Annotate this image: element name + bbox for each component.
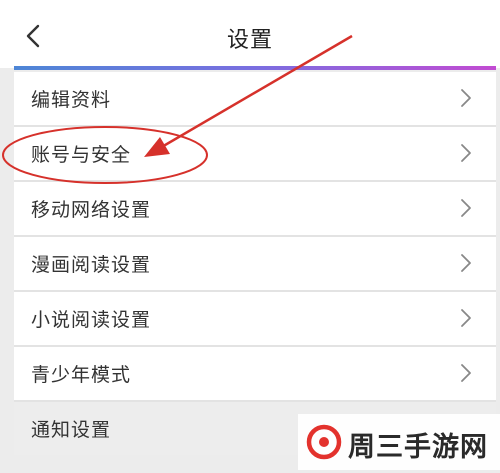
settings-item-teen-mode[interactable]: 青少年模式 (14, 347, 496, 402)
chevron-right-icon (461, 309, 471, 327)
settings-item-label: 账号与安全 (31, 144, 132, 166)
watermark: 周三手游网 (298, 414, 500, 470)
spiral-logo-icon (306, 424, 342, 460)
chevron-right-icon (461, 144, 471, 162)
chevron-right-icon (461, 89, 471, 107)
top-bar: 设置 (0, 0, 500, 68)
header-divider (14, 66, 496, 70)
settings-item-label: 小说阅读设置 (31, 309, 152, 331)
settings-item-label: 漫画阅读设置 (31, 254, 152, 276)
settings-item-label: 通知设置 (31, 419, 112, 441)
settings-item-label: 青少年模式 (31, 364, 132, 386)
page-title: 设置 (226, 28, 273, 53)
settings-item-edit-profile[interactable]: 编辑资料 (14, 72, 496, 127)
chevron-right-icon (461, 254, 471, 272)
settings-screen: 设置 编辑资料 账号与安全 移动网络设置 漫画阅读设置 小说阅读设置 青少年模式… (0, 0, 500, 473)
settings-item-mobile-network[interactable]: 移动网络设置 (14, 182, 496, 237)
settings-item-account-security[interactable]: 账号与安全 (14, 127, 496, 182)
chevron-right-icon (461, 364, 471, 382)
settings-item-label: 移动网络设置 (31, 199, 152, 221)
chevron-right-icon (461, 199, 471, 217)
watermark-text: 周三手游网 (348, 432, 488, 463)
settings-list: 编辑资料 账号与安全 移动网络设置 漫画阅读设置 小说阅读设置 青少年模式 通知… (14, 72, 496, 455)
settings-item-novel-reading[interactable]: 小说阅读设置 (14, 292, 496, 347)
settings-item-label: 编辑资料 (31, 89, 112, 111)
settings-item-comic-reading[interactable]: 漫画阅读设置 (14, 237, 496, 292)
